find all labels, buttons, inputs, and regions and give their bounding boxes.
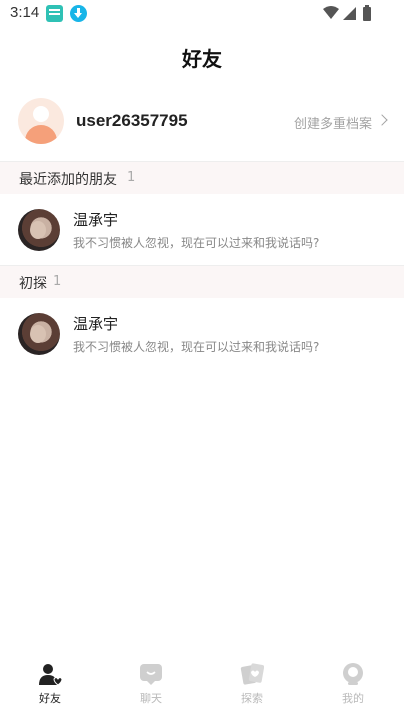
chevron-right-icon[interactable]	[376, 114, 388, 126]
status-time: 3:14	[10, 4, 40, 21]
bottom-tab-bar: 好友 聊天 探索 我的	[0, 656, 404, 718]
friend-last-message: 我不习惯被人忽视，现在可以过来和我说话吗?	[73, 340, 320, 354]
friend-avatar[interactable]	[18, 209, 60, 251]
friends-icon	[39, 664, 62, 686]
status-bar: 3:14	[0, 0, 404, 28]
friend-list-item[interactable]: 温承宇 我不习惯被人忽视，现在可以过来和我说话吗?	[0, 196, 404, 262]
friend-name: 温承宇	[73, 211, 119, 229]
chat-icon	[140, 664, 162, 685]
tab-friends[interactable]: 好友	[20, 656, 80, 712]
status-indicators	[323, 5, 371, 21]
avatar-body	[25, 125, 57, 144]
tab-chat[interactable]: 聊天	[121, 656, 181, 712]
section-header-recent: 最近添加的朋友 1	[0, 162, 404, 194]
tab-profile[interactable]: 我的	[323, 656, 383, 712]
section-count: 1	[127, 170, 136, 185]
create-multi-profile-link[interactable]: 创建多重档案	[294, 113, 372, 132]
tab-explore[interactable]: 探索	[222, 656, 282, 712]
tab-label: 聊天	[140, 692, 162, 705]
current-user-profile[interactable]: user26357795 创建多重档案	[0, 96, 404, 148]
wifi-icon	[323, 6, 339, 19]
friend-avatar[interactable]	[18, 313, 60, 355]
avatar[interactable]	[18, 98, 64, 144]
friend-list-item[interactable]: 温承宇 我不习惯被人忽视，现在可以过来和我说话吗?	[0, 300, 404, 366]
profile-icon	[343, 663, 363, 685]
section-count: 1	[53, 274, 62, 289]
friend-name: 温承宇	[73, 315, 119, 333]
explore-icon	[240, 663, 264, 685]
download-icon	[70, 5, 87, 22]
tab-label: 我的	[342, 692, 364, 705]
notification-app-icon	[46, 5, 63, 22]
friend-last-message: 我不习惯被人忽视，现在可以过来和我说话吗?	[73, 236, 320, 250]
section-header-first-explore: 初探 1	[0, 266, 404, 298]
avatar-head	[33, 106, 49, 122]
tab-label: 探索	[241, 692, 263, 705]
signal-icon	[343, 7, 356, 20]
section-title: 最近添加的朋友	[19, 172, 117, 188]
page-title: 好友	[182, 47, 222, 71]
tab-label: 好友	[39, 692, 61, 705]
section-title: 初探	[19, 276, 47, 292]
username: user26357795	[76, 111, 188, 130]
battery-icon	[363, 7, 371, 21]
